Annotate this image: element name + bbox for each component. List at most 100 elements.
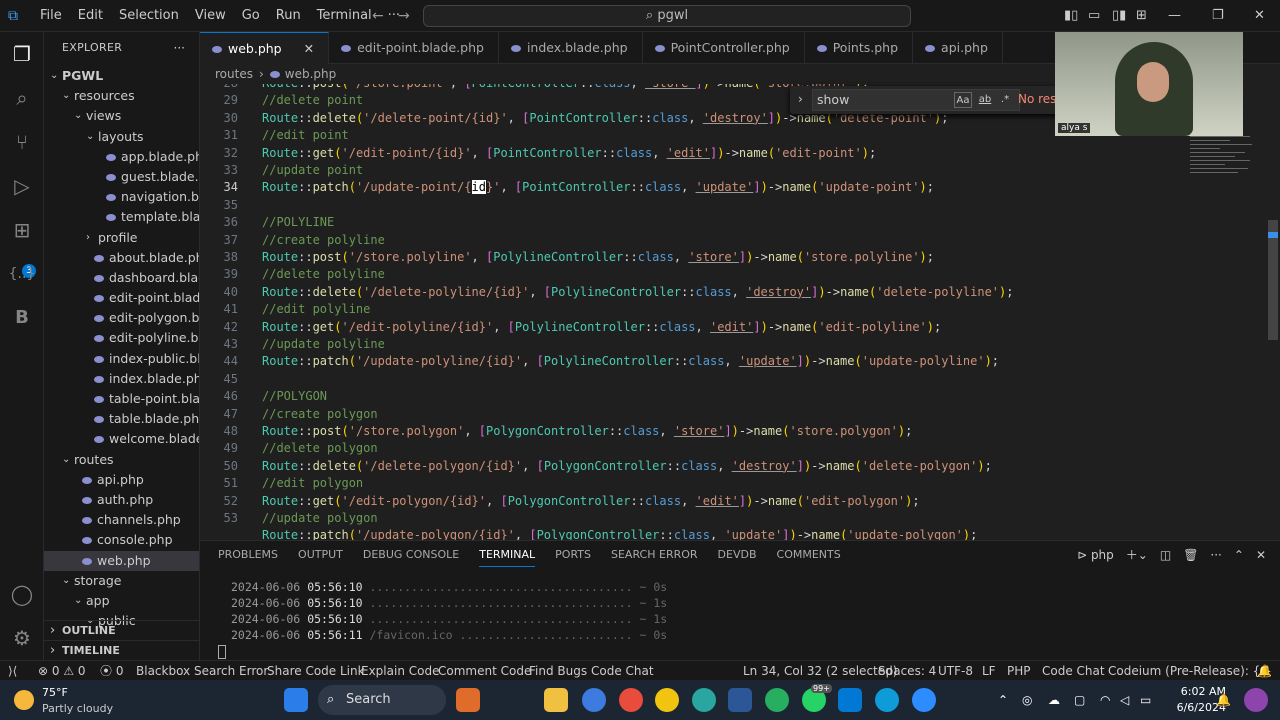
account-icon[interactable]: ◯ bbox=[8, 580, 36, 608]
code-line[interactable]: 39 //delete polyline bbox=[200, 266, 1280, 283]
tab-index-blade-php[interactable]: index.blade.php bbox=[499, 32, 643, 64]
explorer-icon[interactable]: ❐ bbox=[8, 40, 36, 68]
toggle-replace-chevron-icon[interactable]: › bbox=[798, 92, 803, 106]
toggle-secondary-sidebar-icon[interactable]: ▯▮ bbox=[1112, 8, 1126, 23]
code-line[interactable]: 42 Route::get('/edit-polyline/{id}', [Pol… bbox=[200, 319, 1280, 336]
share-code-link[interactable]: Share Code Link bbox=[267, 661, 365, 681]
run-debug-icon[interactable]: ▷ bbox=[8, 172, 36, 200]
panel-tab-devdb[interactable]: DEVDB bbox=[718, 541, 757, 569]
file-item[interactable]: edit-polyline.blade.... bbox=[44, 328, 199, 348]
start-icon[interactable] bbox=[284, 688, 308, 712]
menu-run[interactable]: Run bbox=[268, 0, 309, 32]
folder-item[interactable]: › profile bbox=[44, 228, 199, 248]
onedrive-icon[interactable]: ☁ bbox=[1048, 680, 1060, 720]
folder-item[interactable]: ⌄ resources bbox=[44, 86, 199, 106]
language-mode[interactable]: PHP bbox=[1007, 661, 1031, 681]
code-line[interactable]: 53 //update polygon bbox=[200, 510, 1280, 527]
wifi-icon[interactable]: ◠ bbox=[1100, 680, 1110, 720]
tab-edit-point-blade-php[interactable]: edit-point.blade.php bbox=[329, 32, 499, 64]
close-panel-icon[interactable]: ✕ bbox=[1256, 541, 1266, 569]
folder-item[interactable]: ⌄ layouts bbox=[44, 127, 199, 147]
code-line[interactable]: 51 //edit polygon bbox=[200, 475, 1280, 492]
code-line[interactable]: 50 Route::delete('/delete-polygon/{id}', … bbox=[200, 458, 1280, 475]
customize-layout-icon[interactable]: ⊞ bbox=[1136, 8, 1147, 23]
timeline-section[interactable]: TIMELINE bbox=[44, 640, 199, 660]
more-icon[interactable]: ··· bbox=[1210, 541, 1221, 569]
menu-edit[interactable]: Edit bbox=[70, 0, 111, 32]
code-line[interactable]: 33 //update point bbox=[200, 162, 1280, 179]
problems-count[interactable]: ⊗ 0 ⚠ 0 bbox=[38, 661, 86, 681]
remote-indicator-icon[interactable]: ⟩⟨ bbox=[8, 661, 17, 681]
command-center-search[interactable]: ⌕ pgwl bbox=[423, 5, 911, 27]
panel-tab-ports[interactable]: PORTS bbox=[555, 541, 591, 569]
explain-code-status[interactable]: Explain Code bbox=[361, 661, 439, 681]
file-item[interactable]: dashboard.blade.p... bbox=[44, 268, 199, 288]
close-window-icon[interactable]: ✕ bbox=[1254, 8, 1265, 23]
zoom-icon[interactable] bbox=[912, 688, 936, 712]
panel-tab-debug-console[interactable]: DEBUG CONSOLE bbox=[363, 541, 459, 569]
tray-app-icon[interactable]: ◎ bbox=[1022, 680, 1032, 720]
tab-web-php[interactable]: web.php ✕ bbox=[200, 32, 330, 64]
menu-view[interactable]: View bbox=[187, 0, 234, 32]
copilot-icon[interactable] bbox=[1244, 688, 1268, 712]
file-item[interactable]: console.php bbox=[44, 530, 199, 550]
outline-section[interactable]: OUTLINE bbox=[44, 620, 199, 641]
folder-item[interactable]: ⌄ storage bbox=[44, 571, 199, 591]
maximize-panel-icon[interactable]: ⌃ bbox=[1234, 541, 1244, 569]
taskbar-search[interactable]: ⌕ Search bbox=[318, 685, 446, 715]
file-item[interactable]: navigation.blade.... bbox=[44, 187, 199, 207]
file-item[interactable]: edit-polygon.blade.... bbox=[44, 308, 199, 328]
tab-points-php[interactable]: Points.php bbox=[805, 32, 914, 64]
panel-tab-terminal[interactable]: TERMINAL bbox=[479, 541, 535, 569]
code-line[interactable]: 49 //delete polygon bbox=[200, 440, 1280, 457]
minimize-icon[interactable]: — bbox=[1168, 8, 1181, 23]
more-actions-icon[interactable]: ··· bbox=[174, 32, 185, 64]
search-error-status[interactable]: Search Error bbox=[194, 661, 268, 681]
breadcrumb-folder[interactable]: routes bbox=[215, 67, 253, 81]
close-tab-icon[interactable]: ✕ bbox=[304, 41, 314, 56]
menu-selection[interactable]: Selection bbox=[111, 0, 187, 32]
file-item[interactable]: welcome.blade.php bbox=[44, 429, 199, 449]
panel-tab-comments[interactable]: COMMENTS bbox=[777, 541, 841, 569]
file-item[interactable]: auth.php bbox=[44, 490, 199, 510]
word-icon[interactable] bbox=[728, 688, 752, 712]
volume-icon[interactable]: ◁ bbox=[1120, 680, 1129, 720]
editor-scrollbar[interactable] bbox=[1268, 220, 1278, 340]
comment-code-status[interactable]: Comment Code bbox=[438, 661, 531, 681]
split-terminal-icon[interactable]: ◫ bbox=[1160, 541, 1171, 569]
code-editor[interactable]: 28 Route::post('/store.point', [PointCont… bbox=[200, 84, 1280, 540]
whole-word-icon[interactable]: ab bbox=[976, 92, 994, 108]
eol-status[interactable]: LF bbox=[982, 661, 996, 681]
folder-item[interactable]: ⌄ routes bbox=[44, 450, 199, 470]
code-line[interactable]: 46 //POLYGON bbox=[200, 388, 1280, 405]
file-item[interactable]: guest.blade.php bbox=[44, 167, 199, 187]
file-item[interactable]: about.blade.php bbox=[44, 248, 199, 268]
ports-count[interactable]: ⦿ 0 bbox=[100, 661, 123, 681]
panel-tab-search-error[interactable]: SEARCH ERROR bbox=[611, 541, 698, 569]
file-item[interactable]: app.blade.php bbox=[44, 147, 199, 167]
code-line[interactable]: 45 bbox=[200, 371, 1280, 388]
tab-api-php[interactable]: api.php bbox=[913, 32, 1003, 64]
minimap[interactable] bbox=[1190, 130, 1262, 180]
bell-icon[interactable]: 🔔 bbox=[1257, 661, 1272, 681]
blackbox-icon[interactable]: B bbox=[8, 304, 36, 332]
new-terminal-icon[interactable]: ＋⌄ bbox=[1126, 541, 1148, 569]
code-chat-status[interactable]: Code Chat bbox=[591, 661, 654, 681]
forward-arrow-icon[interactable]: → bbox=[398, 8, 410, 24]
folder-item[interactable]: ⌄ app bbox=[44, 591, 199, 611]
code-line[interactable]: 38 Route::post('/store.polyline', [Polyli… bbox=[200, 249, 1280, 266]
tab-pointcontroller-php[interactable]: PointController.php bbox=[643, 32, 805, 64]
file-item[interactable]: index-public.blade.... bbox=[44, 349, 199, 369]
code-line[interactable]: 47 //create polygon bbox=[200, 406, 1280, 423]
back-arrow-icon[interactable]: ← bbox=[372, 8, 384, 24]
file-item[interactable]: channels.php bbox=[44, 510, 199, 530]
chrome-profile-1-icon[interactable] bbox=[582, 688, 606, 712]
toggle-panel-icon[interactable]: ▭ bbox=[1088, 8, 1100, 23]
search-icon[interactable]: ⌕ bbox=[8, 84, 36, 112]
terminal-output[interactable]: 2024-06-06 05:56:10 ....................… bbox=[231, 579, 667, 643]
menu-file[interactable]: File bbox=[32, 0, 70, 32]
extensions-icon[interactable]: ⊞ bbox=[8, 216, 36, 244]
json-icon[interactable]: {..} bbox=[8, 260, 36, 288]
widgets-icon[interactable] bbox=[456, 688, 480, 712]
code-line[interactable]: 44 Route::patch('/update-polyline/{id}', … bbox=[200, 353, 1280, 370]
